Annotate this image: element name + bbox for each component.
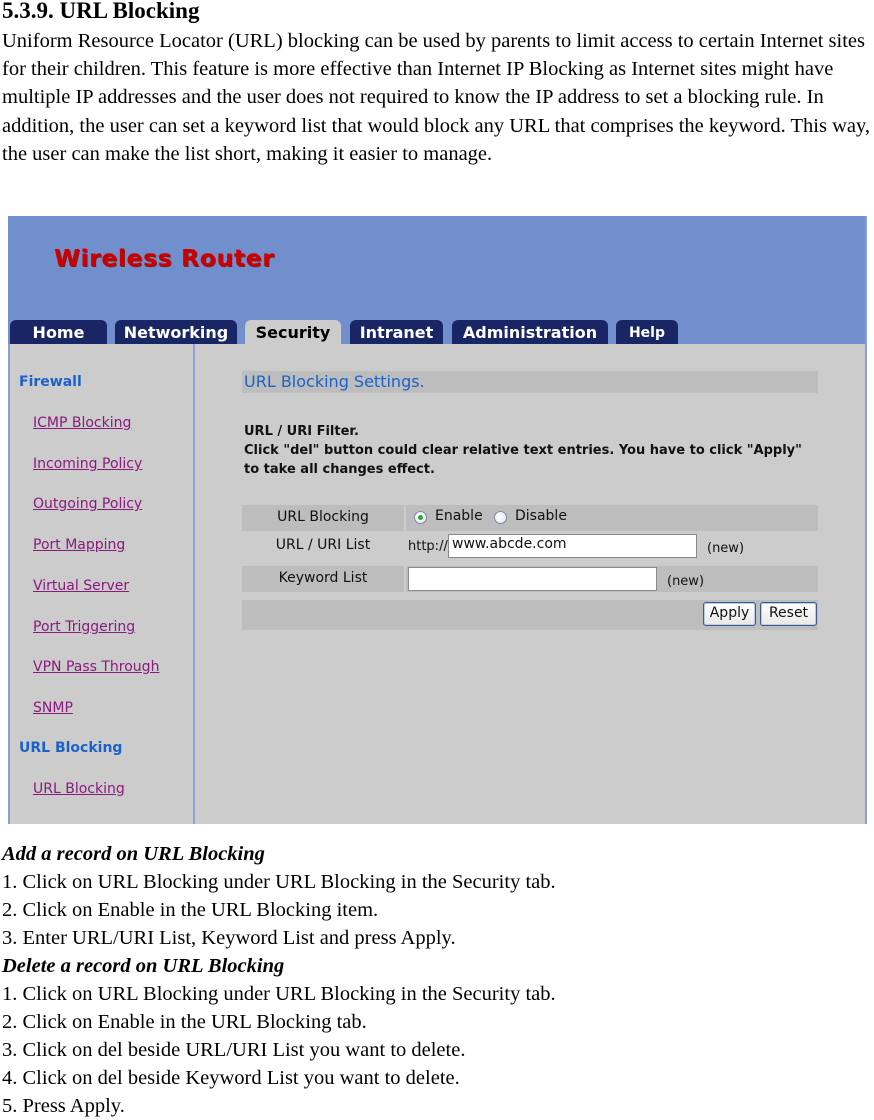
url-blocking-row: URL Blocking Enable Disable: [242, 505, 818, 531]
delete-step-1: 1. Click on URL Blocking under URL Block…: [2, 983, 556, 1005]
delete-step-4: 4. Click on del beside Keyword List you …: [2, 1067, 460, 1089]
url-list-row: URL / URI List http:// www.abcde.com (ne…: [242, 533, 818, 559]
keyword-list-input[interactable]: [408, 567, 657, 591]
reset-button[interactable]: Reset: [760, 602, 817, 626]
sidebar-item-vpn-pass-through[interactable]: VPN Pass Through: [33, 659, 159, 675]
sidebar-group-firewall: Firewall: [19, 374, 82, 390]
sidebar-item-port-triggering[interactable]: Port Triggering: [33, 619, 135, 635]
http-prefix: http://: [408, 539, 448, 554]
keyword-list-row: Keyword List (new): [242, 566, 818, 592]
disable-radio[interactable]: [494, 511, 507, 524]
router-banner: Wireless Router Home Networking Security…: [8, 216, 865, 344]
delete-step-5: 5. Press Apply.: [2, 1095, 125, 1117]
delete-step-3: 3. Click on del beside URL/URI List you …: [2, 1039, 466, 1061]
sidebar-item-outgoing-policy[interactable]: Outgoing Policy: [33, 496, 142, 512]
url-list-new-tag: (new): [707, 541, 745, 556]
section-title-bar: URL Blocking Settings.: [242, 371, 818, 393]
router-brand-logo: Wireless Router: [54, 244, 275, 272]
tab-security[interactable]: Security: [245, 320, 341, 344]
desc-line-2: Click "del" button could clear relative …: [244, 443, 802, 458]
sidebar-item-snmp[interactable]: SNMP: [33, 700, 73, 716]
url-list-input[interactable]: www.abcde.com: [448, 534, 697, 558]
desc-line-3: to take all changes effect.: [244, 462, 435, 477]
keyword-list-new-tag: (new): [667, 574, 705, 589]
section-title: URL Blocking Settings.: [244, 372, 425, 391]
tab-administration[interactable]: Administration: [452, 320, 608, 344]
add-record-title: Add a record on URL Blocking: [2, 843, 265, 865]
router-screenshot: Wireless Router Home Networking Security…: [8, 216, 867, 824]
tab-home[interactable]: Home: [10, 320, 107, 344]
sidebar-item-icmp-blocking[interactable]: ICMP Blocking: [33, 415, 131, 431]
tab-networking[interactable]: Networking: [115, 320, 237, 344]
instructions: Add a record on URL Blocking 1. Click on…: [2, 840, 556, 1120]
add-step-3: 3. Enter URL/URI List, Keyword List and …: [2, 927, 456, 949]
keyword-list-value: (new): [406, 566, 818, 592]
url-blocking-label: URL Blocking: [242, 505, 404, 531]
section-heading: 5.3.9. URL Blocking: [2, 0, 200, 23]
router-body: Firewall ICMP Blocking Incoming Policy O…: [8, 344, 865, 824]
intro-paragraph: Uniform Resource Locator (URL) blocking …: [2, 30, 871, 165]
sidebar-group-url-blocking: URL Blocking: [19, 740, 123, 756]
action-row: Apply Reset: [242, 600, 818, 630]
delete-step-2: 2. Click on Enable in the URL Blocking t…: [2, 1011, 367, 1033]
filter-description: URL / URI Filter. Click "del" button cou…: [244, 422, 820, 479]
add-step-1: 1. Click on URL Blocking under URL Block…: [2, 871, 556, 893]
sidebar-item-url-blocking[interactable]: URL Blocking: [33, 781, 125, 797]
url-list-label: URL / URI List: [242, 533, 404, 559]
enable-radio[interactable]: [414, 511, 427, 524]
url-blocking-options: Enable Disable: [406, 505, 818, 531]
enable-radio-label[interactable]: Enable: [435, 508, 483, 524]
sidebar-item-port-mapping[interactable]: Port Mapping: [33, 537, 125, 553]
url-list-value: http:// www.abcde.com (new): [406, 533, 818, 559]
sidebar: Firewall ICMP Blocking Incoming Policy O…: [10, 344, 195, 824]
keyword-list-label: Keyword List: [242, 566, 404, 592]
apply-button[interactable]: Apply: [703, 602, 756, 626]
desc-line-1: URL / URI Filter.: [244, 424, 359, 439]
sidebar-item-virtual-server[interactable]: Virtual Server: [33, 578, 129, 594]
add-step-2: 2. Click on Enable in the URL Blocking i…: [2, 899, 379, 921]
sidebar-item-incoming-policy[interactable]: Incoming Policy: [33, 456, 142, 472]
tab-intranet[interactable]: Intranet: [350, 320, 443, 344]
disable-radio-label[interactable]: Disable: [515, 508, 567, 524]
delete-record-title: Delete a record on URL Blocking: [2, 955, 285, 977]
tab-help[interactable]: Help: [616, 320, 678, 344]
